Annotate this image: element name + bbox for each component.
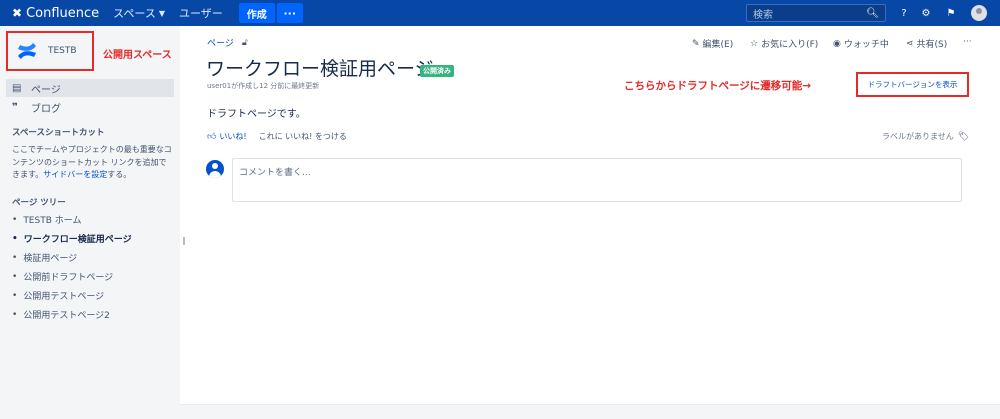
page-byline: user01が作成し12 分前に最終更新 [207, 82, 320, 90]
search-input[interactable]: 検索 🔍︎ [746, 4, 886, 22]
space-header[interactable]: TESTB [6, 31, 94, 71]
shortcut-section-title: スペースショートカット [12, 128, 105, 138]
bullet: • [12, 290, 18, 301]
confluence-logo[interactable]: ✖ Confluence [12, 6, 99, 21]
view-draft-version-button[interactable]: ドラフトバージョンを表示 [868, 79, 958, 90]
notifications-icon[interactable]: ⚑ [944, 6, 958, 20]
more-actions-label: ··· [963, 37, 972, 47]
tree-item[interactable]: • TESTB ホーム [12, 213, 82, 227]
tree-item-label: 検証用ページ [23, 254, 78, 264]
configure-sidebar-link[interactable]: サイドバーを設定 [43, 170, 107, 179]
watch-label: ウォッチ中 [843, 40, 889, 50]
app-name: Confluence [26, 5, 100, 21]
star-icon: ☆ [750, 38, 759, 49]
user-avatar[interactable] [971, 5, 987, 21]
chevron-down-icon: ▼ [158, 8, 165, 18]
tree-item[interactable]: • 公開前ドラフトページ [12, 270, 114, 284]
nav-people-label: ユーザー [179, 7, 223, 20]
nav-spaces-label: スペース [113, 7, 156, 20]
search-placeholder: 検索 [753, 9, 773, 21]
sidebar-item-label: ブログ [31, 103, 61, 115]
no-labels-text: ラベルがありません [882, 132, 954, 141]
bullet: • [12, 309, 18, 320]
annotation-public-space: 公開用スペース [103, 50, 172, 61]
edit-label: 編集(E) [702, 40, 734, 50]
tree-item[interactable]: • 検証用ページ [12, 251, 78, 265]
unlock-icon[interactable]: 🔓︎ [242, 38, 248, 48]
sidebar-item-pages[interactable]: ▤ ページ [6, 79, 174, 97]
more-actions-button[interactable]: ··· [963, 37, 972, 47]
help-icon[interactable]: ? [897, 6, 911, 20]
like-description: これに いいね! をつける [258, 132, 347, 141]
bullet: • [12, 271, 18, 282]
share-label: 共有(S) [916, 40, 948, 50]
comment-placeholder: コメントを書く... [239, 168, 311, 178]
sidebar: TESTB 公開用スペース ▤ ページ ❞ ブログ スペースショートカット ここ… [0, 26, 180, 419]
tree-item[interactable]: • 公開用テストページ2 [12, 308, 110, 322]
comment-input[interactable]: コメントを書く... [232, 158, 962, 202]
annotation-highlight-box: ドラフトバージョンを表示 [856, 72, 969, 97]
quote-icon: ❞ [12, 101, 18, 113]
labels-area: ラベルがありません 🏷︎ [882, 131, 969, 142]
share-icon: ⋖ [906, 38, 914, 49]
tree-item-label: 公開用テストページ [23, 292, 105, 302]
bullet: • [12, 214, 18, 225]
tree-item-label: 公開用テストページ2 [23, 311, 110, 321]
create-more-button[interactable]: ··· [276, 3, 303, 23]
favorite-label: お気に入り(F) [761, 40, 819, 50]
tree-item-label: TESTB ホーム [23, 216, 82, 226]
page-title: ワークフロー検証用ページ [206, 58, 434, 80]
sidebar-resize-handle[interactable]: ‖ [182, 236, 186, 245]
shortcut-description: ここでチームやプロジェクトの最も重要なコンテンツのショートカット リンクを追加で… [12, 144, 174, 182]
nav-spaces-menu[interactable]: スペース ▼ [113, 5, 165, 21]
sidebar-item-label: ページ [31, 84, 61, 96]
breadcrumb: ページ 🔓︎ [207, 36, 248, 50]
settings-gear-icon[interactable]: ⚙ [919, 6, 933, 20]
space-logo-icon [16, 40, 38, 62]
favorite-button[interactable]: ☆ お気に入り(F) [750, 37, 819, 51]
confluence-logo-icon: ✖ [12, 6, 23, 20]
page-tree-title: ページ ツリー [12, 198, 66, 208]
tree-item-label: 公開前ドラフトページ [23, 273, 114, 283]
bullet: • [12, 233, 18, 244]
annotation-draft-arrow: こちらからドラフトページに遷移可能→ [624, 80, 812, 92]
thumbs-up-icon[interactable]: 👍︎ [207, 132, 216, 142]
edit-button[interactable]: ✎ 編集(E) [692, 37, 734, 51]
page-body-text: ドラフトページです。 [207, 109, 306, 120]
sidebar-item-blog[interactable]: ❞ ブログ [6, 98, 174, 116]
share-button[interactable]: ⋖ 共有(S) [906, 37, 948, 51]
commenter-avatar [206, 160, 224, 178]
page-icon: ▤ [12, 82, 22, 94]
eye-icon: ◉ [833, 38, 841, 49]
create-button[interactable]: 作成 [238, 3, 275, 23]
footer [180, 404, 1000, 419]
tag-icon[interactable]: 🏷︎ [958, 132, 969, 142]
breadcrumb-pages-link[interactable]: ページ [207, 36, 234, 49]
shortcut-text-end: する。 [107, 170, 132, 179]
bullet: • [12, 252, 18, 263]
like-button[interactable]: いいね! [219, 131, 246, 142]
nav-people[interactable]: ユーザー [179, 5, 223, 21]
tree-item-current[interactable]: • ワークフロー検証用ページ [12, 232, 132, 246]
space-name: TESTB [48, 46, 77, 56]
tree-item-label: ワークフロー検証用ページ [23, 235, 132, 245]
pencil-icon: ✎ [692, 38, 700, 49]
status-badge: 公開済み [420, 65, 454, 77]
tree-item[interactable]: • 公開用テストページ [12, 289, 105, 303]
like-row: 👍︎ いいね! これに いいね! をつける [207, 131, 347, 142]
watch-button[interactable]: ◉ ウォッチ中 [833, 37, 889, 51]
search-icon: 🔍︎ [866, 7, 879, 19]
